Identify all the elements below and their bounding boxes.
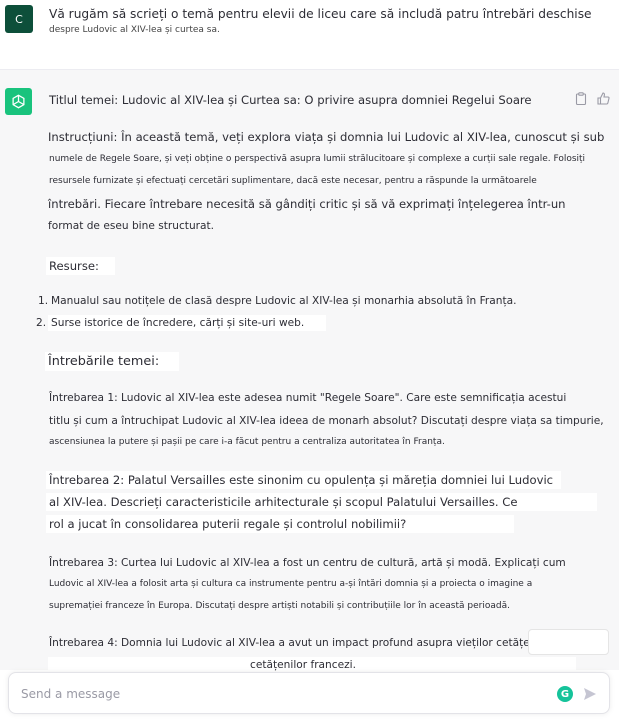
question-1-line: titlu și cum a întruchipat Ludovic al XI… xyxy=(49,415,604,427)
question-1-line: ascensiunea la putere și pașii pe care i… xyxy=(49,437,445,447)
list-number: 1. xyxy=(38,295,49,307)
question-2-line: Întrebarea 2: Palatul Versailles este si… xyxy=(46,471,562,489)
resources-heading: Resurse: xyxy=(46,257,115,275)
question-2-line: rol a jucat în consolidarea puterii rega… xyxy=(46,515,515,533)
list-item: Manualul sau notițele de clasă despre Lu… xyxy=(51,295,517,307)
clipboard-icon[interactable] xyxy=(574,91,588,105)
grammarly-icon[interactable]: G xyxy=(557,686,573,702)
user-message-line: Vă rugăm să scrieți o temă pentru elevii… xyxy=(49,7,592,21)
question-4-line: cetățenilor francezi. xyxy=(48,657,576,673)
question-2-line: al XIV-lea. Descrieți caracteristicile a… xyxy=(46,493,598,511)
question-1-line: Întrebarea 1: Ludovic al XIV-lea este ad… xyxy=(49,392,567,404)
send-button[interactable] xyxy=(581,685,599,703)
question-4-line: Întrebarea 4: Domnia lui Ludovic al XIV-… xyxy=(49,637,554,649)
assignment-title: Titlul temei: Ludovic al XIV-lea și Curt… xyxy=(49,93,532,107)
instructions-line: resursele furnizate și efectuați cercetă… xyxy=(49,176,537,186)
message-input[interactable] xyxy=(21,685,541,703)
user-message-row: C Vă rugăm să scrieți o temă pentru elev… xyxy=(0,0,619,70)
instructions-line: Instrucțiuni: În această temă, veți expl… xyxy=(48,130,605,144)
question-3-line: Întrebarea 3: Curtea lui Ludovic al XIV-… xyxy=(49,557,566,569)
instructions-line: format de eseu bine structurat. xyxy=(48,220,215,232)
question-3-line: supremației franceze în Europa. Discutaț… xyxy=(49,601,510,611)
thumbs-up-icon[interactable] xyxy=(596,91,610,105)
openai-logo-icon xyxy=(5,88,32,115)
user-avatar: C xyxy=(5,5,33,33)
instructions-line: numele de Regele Soare, și veți obține o… xyxy=(49,154,586,164)
instructions-line: întrebări. Fiecare întrebare necesită să… xyxy=(48,197,566,211)
question-3-line: Ludovic al XIV-lea a folosit arta și cul… xyxy=(49,579,533,589)
list-item: Surse istorice de încredere, cărți și si… xyxy=(48,315,327,331)
list-number: 2. xyxy=(36,317,47,329)
user-message-line: despre Ludovic al XIV-lea și curtea sa. xyxy=(49,25,220,35)
send-icon xyxy=(584,688,596,700)
questions-heading: Întrebările temei: xyxy=(45,352,180,371)
message-composer: G xyxy=(8,672,610,714)
scroll-to-bottom-overlay xyxy=(528,629,609,655)
